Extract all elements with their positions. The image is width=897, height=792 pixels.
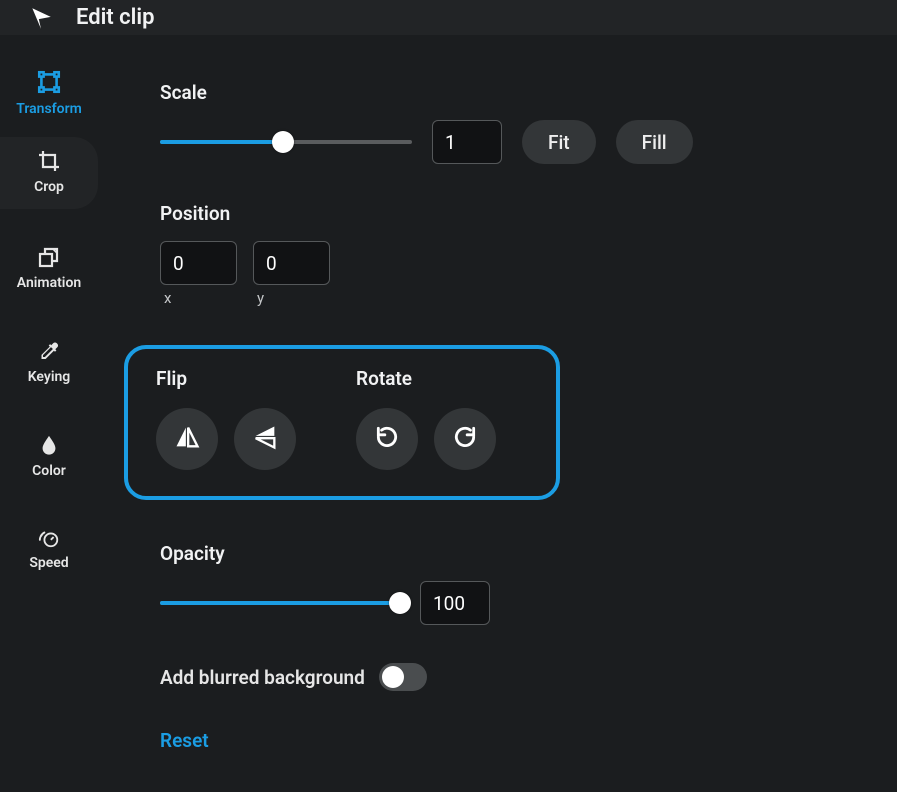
scale-input[interactable]: 1 xyxy=(432,120,502,164)
sidebar-item-speed[interactable]: Speed xyxy=(0,515,98,585)
position-y-col: 0 y xyxy=(253,241,330,307)
rotate-sub: Rotate xyxy=(356,367,496,470)
x-axis-label: x xyxy=(160,289,237,307)
toggle-knob xyxy=(382,666,404,688)
rotate-ccw-icon xyxy=(374,424,400,454)
scale-group: Scale 1 Fit Fill xyxy=(160,81,857,164)
speed-icon xyxy=(37,527,61,549)
sidebar-item-label: Speed xyxy=(29,555,68,571)
rotate-cw-icon xyxy=(452,424,478,454)
opacity-input[interactable]: 100 xyxy=(420,581,490,625)
y-axis-label: y xyxy=(253,289,330,307)
sidebar-item-label: Transform xyxy=(16,101,82,117)
flip-vertical-icon xyxy=(251,423,279,455)
app-window: Edit clip Transform Crop Animation xyxy=(0,0,897,792)
blur-row: Add blurred background xyxy=(160,663,857,691)
flip-rotate-frame: Flip xyxy=(124,345,560,500)
sidebar-item-crop[interactable]: Crop xyxy=(0,137,98,209)
animation-icon xyxy=(37,245,61,269)
topbar: Edit clip xyxy=(0,0,897,35)
fit-button[interactable]: Fit xyxy=(522,120,596,164)
sidebar-item-label: Crop xyxy=(34,179,64,195)
flip-sub: Flip xyxy=(156,367,296,470)
fill-button[interactable]: Fill xyxy=(616,120,693,164)
logo-icon xyxy=(28,5,54,31)
transform-icon xyxy=(36,69,62,95)
reset-row: Reset xyxy=(160,729,857,752)
rotate-ccw-button[interactable] xyxy=(356,408,418,470)
position-x-input[interactable]: 0 xyxy=(160,241,237,285)
position-label: Position xyxy=(160,202,857,225)
scale-label: Scale xyxy=(160,81,857,104)
slider-thumb[interactable] xyxy=(272,131,294,153)
scale-row: 1 Fit Fill xyxy=(160,120,857,164)
slider-thumb[interactable] xyxy=(389,592,411,614)
opacity-slider[interactable] xyxy=(160,592,400,614)
scale-slider[interactable] xyxy=(160,131,412,153)
sidebar-item-transform[interactable]: Transform xyxy=(0,57,98,131)
body: Transform Crop Animation Keying xyxy=(0,35,897,792)
eyedropper-icon xyxy=(37,339,61,363)
reset-link[interactable]: Reset xyxy=(160,729,209,752)
position-row: 0 x 0 y xyxy=(160,241,857,307)
slider-fill xyxy=(160,140,283,144)
blur-toggle[interactable] xyxy=(379,663,427,691)
position-group: Position 0 x 0 y xyxy=(160,202,857,307)
rotate-cw-button[interactable] xyxy=(434,408,496,470)
blur-label: Add blurred background xyxy=(160,666,365,689)
sidebar-item-label: Keying xyxy=(28,369,71,385)
opacity-label: Opacity xyxy=(160,542,857,565)
sidebar-item-label: Color xyxy=(32,463,66,479)
color-drop-icon xyxy=(38,433,60,457)
main-panel: Scale 1 Fit Fill Position 0 xyxy=(98,35,897,792)
sidebar-item-keying[interactable]: Keying xyxy=(0,327,98,399)
flip-label: Flip xyxy=(156,367,296,390)
sidebar-item-animation[interactable]: Animation xyxy=(0,233,98,305)
opacity-row: 100 xyxy=(160,581,857,625)
slider-fill xyxy=(160,601,400,605)
sidebar: Transform Crop Animation Keying xyxy=(0,35,98,792)
blur-group: Add blurred background xyxy=(160,663,857,691)
rotate-buttons xyxy=(356,408,496,470)
flip-vertical-button[interactable] xyxy=(234,408,296,470)
flip-horizontal-icon xyxy=(173,423,201,455)
flip-rotate-group: Flip xyxy=(124,345,857,500)
sidebar-item-label: Animation xyxy=(17,275,81,291)
page-title: Edit clip xyxy=(76,5,154,30)
sidebar-item-color[interactable]: Color xyxy=(0,421,98,493)
position-y-input[interactable]: 0 xyxy=(253,241,330,285)
crop-icon xyxy=(37,149,61,173)
position-x-col: 0 x xyxy=(160,241,237,307)
rotate-label: Rotate xyxy=(356,367,496,390)
opacity-group: Opacity 100 xyxy=(160,542,857,625)
flip-buttons xyxy=(156,408,296,470)
flip-horizontal-button[interactable] xyxy=(156,408,218,470)
